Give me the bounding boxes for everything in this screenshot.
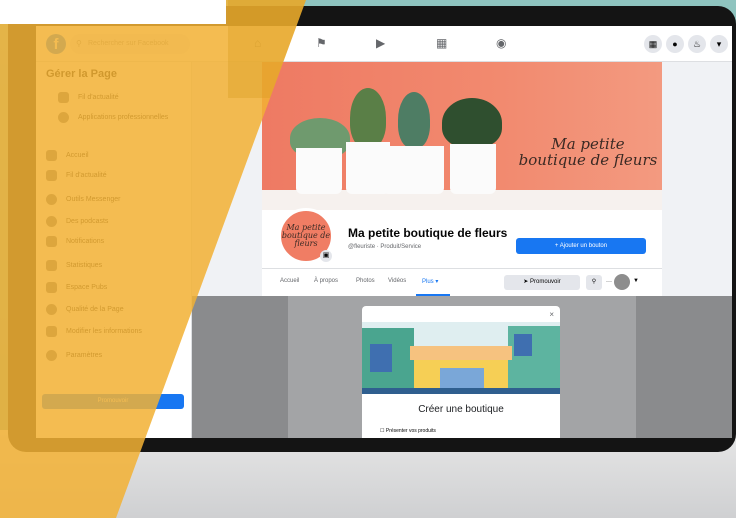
dialog-title: Créer une boutique [418, 404, 504, 415]
sidebar-title: Gérer la Page [46, 68, 117, 80]
sidebar-item-insights[interactable]: Statistiques [46, 258, 102, 272]
messenger-icon[interactable]: ● [666, 35, 684, 53]
facebook-top-bar: f ⚲ Rechercher sur Facebook ⌂ ⚑ ▶ ▦ ◉ ▦ … [36, 26, 732, 62]
page-search-button[interactable]: ⚲ [586, 275, 602, 290]
watch-icon[interactable]: ▶ [376, 36, 385, 50]
flower-pot [382, 146, 444, 194]
gear-icon [46, 349, 57, 361]
news-feed-icon [46, 169, 57, 181]
manage-page-sidebar: Gérer la Page Fil d'actualité Applicatio… [36, 62, 192, 438]
pencil-icon [46, 325, 57, 337]
podcast-icon [46, 215, 57, 227]
search-input[interactable]: ⚲ Rechercher sur Facebook [70, 34, 190, 54]
insights-icon [46, 259, 57, 271]
sidebar-item-label: Statistiques [66, 261, 103, 269]
screen: f ⚲ Rechercher sur Facebook ⌂ ⚑ ▶ ▦ ◉ ▦ … [36, 26, 732, 438]
megaphone-icon [46, 281, 57, 293]
sidebar-item-label: Modifier les informations [66, 327, 142, 335]
monitor: f ⚲ Rechercher sur Facebook ⌂ ⚑ ▶ ▦ ◉ ▦ … [8, 6, 736, 452]
sidebar-item-page-quality[interactable]: Qualité de la Page [46, 302, 124, 316]
top-left-white-block [0, 0, 226, 24]
dialog-step-label: Présenter vos produits [385, 428, 436, 434]
groups-icon[interactable]: ◉ [496, 36, 506, 50]
pages-icon[interactable]: ⚑ [316, 36, 327, 50]
menu-icon[interactable]: ▦ [644, 35, 662, 53]
search-icon: ⚲ [76, 39, 82, 48]
page-header-card: Ma petite boutique de fleurs Ma petite b… [262, 62, 662, 296]
more-options-button[interactable]: ··· [606, 275, 612, 290]
sidebar-promote-button[interactable]: Promouvoir [42, 394, 184, 409]
notifications-icon[interactable]: ♨ [688, 35, 706, 53]
facebook-logo-icon[interactable]: f [46, 34, 66, 54]
sidebar-item-messenger-tools[interactable]: Outils Messenger [46, 192, 120, 206]
tab-about[interactable]: À propos [314, 278, 338, 284]
modal-backdrop: × Créer une boutique ☐ Présenter vos pro… [192, 296, 732, 438]
camera-icon[interactable]: ▣ [320, 250, 332, 262]
tab-more[interactable]: Plus ▾ [422, 278, 438, 285]
shop-illustration [362, 322, 560, 394]
apps-icon [58, 111, 69, 123]
tab-photos[interactable]: Photos [356, 278, 375, 284]
quality-icon [46, 303, 57, 315]
promote-label: Promouvoir [530, 279, 561, 285]
tab-videos[interactable]: Vidéos [388, 278, 406, 284]
search-icon: ⚲ [591, 279, 597, 285]
sidebar-item-label: Notifications [66, 237, 105, 245]
search-placeholder: Rechercher sur Facebook [88, 40, 169, 47]
sidebar-item-label: Des podcasts [66, 217, 109, 225]
page-main: Ma petite boutique de fleurs Ma petite b… [192, 62, 732, 438]
bell-icon [46, 235, 57, 247]
flower-pot [450, 144, 496, 194]
cactus-plant [398, 92, 430, 148]
sidebar-item-label: Outils Messenger [66, 195, 121, 203]
sidebar-item-edit-info[interactable]: Modifier les informations [46, 324, 142, 338]
flower-pot [296, 148, 342, 194]
sidebar-item-label: Qualité de la Page [66, 305, 124, 313]
tab-home[interactable]: Accueil [280, 278, 299, 284]
news-feed-icon [58, 91, 69, 103]
cover-photo[interactable]: Ma petite boutique de fleurs [262, 62, 662, 210]
messenger-icon [46, 193, 57, 205]
sidebar-item-business-apps[interactable]: Applications professionnelles [58, 110, 168, 124]
cover-title: Ma petite boutique de fleurs [518, 135, 658, 169]
page-tabs: Accueil À propos Photos Vidéos Plus ▾ ➤ … [262, 268, 662, 296]
sidebar-item-settings[interactable]: Paramètres [46, 348, 102, 362]
dialog-step[interactable]: ☐ Présenter vos produits [380, 428, 436, 434]
marketplace-icon[interactable]: ▦ [436, 36, 447, 50]
create-shop-dialog: × Créer une boutique ☐ Présenter vos pro… [362, 306, 560, 438]
home-icon [46, 149, 57, 161]
aloe-plant [350, 88, 386, 148]
chevron-down-icon[interactable]: ▼ [633, 278, 639, 284]
home-icon[interactable]: ⌂ [254, 36, 261, 50]
sidebar-item-news-feed-top[interactable]: Fil d'actualité [58, 90, 119, 104]
sidebar-item-label: Accueil [66, 151, 89, 159]
account-icon[interactable]: ▾ [710, 35, 728, 53]
sidebar-item-label: Fil d'actualité [78, 93, 119, 101]
add-button-button[interactable]: + Ajouter un bouton [516, 238, 646, 254]
promote-button[interactable]: ➤ Promouvoir [504, 275, 580, 290]
sidebar-item-notifications[interactable]: Notifications [46, 234, 104, 248]
sidebar-item-label: Fil d'actualité [66, 171, 107, 179]
sidebar-item-label: Paramètres [66, 351, 103, 359]
sidebar-item-label: Applications professionnelles [78, 113, 169, 121]
haworthia-plant [442, 98, 502, 148]
close-icon[interactable]: × [549, 310, 554, 319]
sidebar-item-ad-center[interactable]: Espace Pubs [46, 280, 107, 294]
sidebar-item-podcasts[interactable]: Des podcasts [46, 214, 108, 228]
page-category: @fleuriste · Produit/Service [348, 244, 422, 250]
sidebar-item-news-feed[interactable]: Fil d'actualité [46, 168, 107, 182]
sidebar-item-label: Espace Pubs [66, 283, 108, 291]
megaphone-icon: ➤ [523, 279, 530, 285]
page-title: Ma petite boutique de fleurs [348, 226, 508, 240]
sidebar-item-home[interactable]: Accueil [46, 148, 89, 162]
avatar[interactable] [614, 274, 630, 290]
